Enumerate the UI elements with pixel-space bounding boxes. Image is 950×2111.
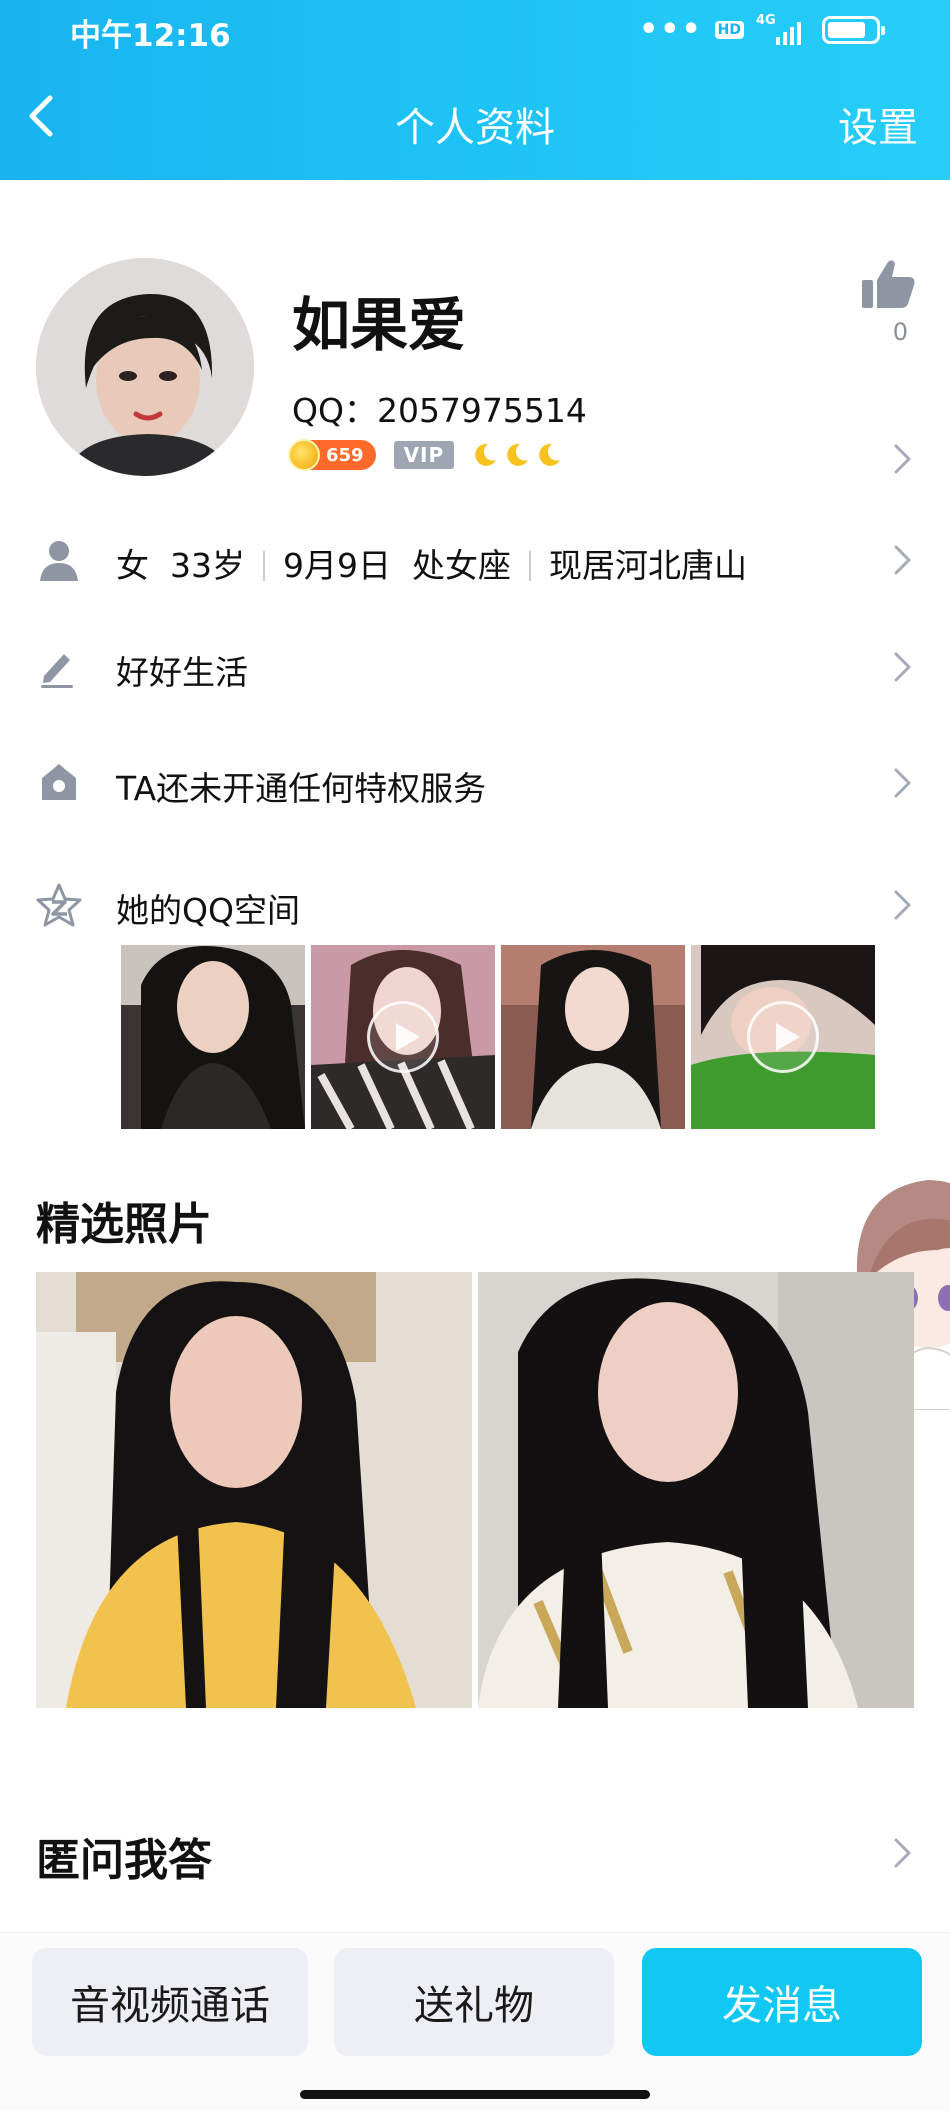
qzone-row[interactable]: 她的QQ空间: [0, 860, 950, 950]
like-count: 0: [892, 318, 908, 346]
send-message-button[interactable]: 发消息: [642, 1948, 922, 2056]
status-bar: 中午12:16 ••• HD 4G: [0, 0, 950, 62]
thumbnail-image: [501, 945, 685, 1129]
featured-photo[interactable]: [478, 1272, 914, 1708]
settings-button[interactable]: 设置: [838, 95, 918, 153]
signal-icon: 4G: [756, 13, 810, 45]
moon-icon: [507, 443, 529, 466]
crown-icon: [42, 764, 76, 800]
qzone-thumbnail[interactable]: [501, 945, 685, 1129]
chevron-right-icon: [894, 652, 911, 682]
av-call-button[interactable]: 音视频通话: [32, 1948, 308, 2056]
profile-name: 如果爱: [292, 291, 467, 359]
play-icon: [747, 1001, 819, 1073]
coin-icon: [288, 439, 320, 471]
pen-icon: [41, 654, 73, 688]
moon-icon: [475, 443, 497, 466]
qzone-star-icon: [36, 883, 82, 927]
chevron-right-icon: [894, 545, 911, 575]
gender: 女: [116, 546, 149, 585]
level-badge: 659: [288, 439, 376, 471]
qzone-label: 她的QQ空间: [116, 891, 300, 930]
battery-icon: [822, 16, 885, 44]
chevron-right-icon: [894, 768, 911, 798]
level-value: 659: [326, 444, 364, 466]
qq-number: QQ：2057975514: [292, 391, 587, 430]
battery-level: [828, 22, 865, 38]
basic-info-text: 女 33岁 9月9日 处女座 现居河北唐山: [116, 539, 747, 587]
featured-photos-grid: [36, 1272, 914, 1708]
anon-qa-title[interactable]: 匿问我答: [36, 1824, 212, 1888]
vip-badge: VIP: [393, 441, 455, 469]
status-icons: ••• HD 4G: [639, 12, 885, 47]
chevron-right-icon[interactable]: [892, 442, 914, 476]
app-header: 中午12:16 ••• HD 4G 个人资料 设置: [0, 0, 950, 180]
person-icon: [40, 541, 78, 581]
featured-photo[interactable]: [36, 1272, 472, 1708]
age: 33岁: [169, 546, 245, 585]
thumbnail-image: [121, 945, 305, 1129]
chevron-right-icon[interactable]: [892, 1836, 914, 1870]
featured-photo-image: [478, 1272, 914, 1708]
home-indicator[interactable]: [300, 2090, 650, 2099]
chevron-right-icon: [894, 890, 911, 920]
featured-photos-title: 精选照片: [36, 1199, 212, 1250]
location: 现居河北唐山: [548, 546, 747, 585]
signature-text: 好好生活: [116, 653, 248, 692]
notification-dots-icon: •••: [639, 12, 703, 47]
privilege-text: TA还未开通任何特权服务: [116, 769, 487, 808]
network-type: 4G: [756, 13, 776, 28]
basic-info-row[interactable]: 女 33岁 9月9日 处女座 现居河北唐山: [0, 515, 950, 605]
qzone-video-thumbnail[interactable]: [311, 945, 495, 1129]
avatar-image: [36, 258, 254, 476]
qzone-thumbnail[interactable]: [121, 945, 305, 1129]
divider: [262, 551, 265, 581]
avatar[interactable]: [36, 258, 254, 476]
divider: [528, 551, 531, 581]
qzone-video-thumbnail[interactable]: [691, 945, 875, 1129]
moon-icon: [539, 443, 561, 466]
moon-level-icons: [472, 442, 562, 468]
status-time: 中午12:16: [70, 18, 231, 54]
featured-photo-image: [36, 1272, 472, 1708]
birthday: 9月9日: [282, 546, 391, 585]
send-gift-button[interactable]: 送礼物: [334, 1948, 614, 2056]
page-title: 个人资料: [395, 105, 555, 151]
qzone-thumbnails: [121, 945, 875, 1129]
thumbs-up-icon[interactable]: [860, 258, 916, 310]
signature-row[interactable]: 好好生活: [0, 622, 950, 712]
zodiac: 处女座: [411, 546, 511, 585]
play-icon: [367, 1001, 439, 1073]
privilege-row[interactable]: TA还未开通任何特权服务: [0, 738, 950, 828]
hd-icon: HD: [714, 21, 744, 39]
badge-row[interactable]: 659 VIP: [288, 439, 562, 471]
